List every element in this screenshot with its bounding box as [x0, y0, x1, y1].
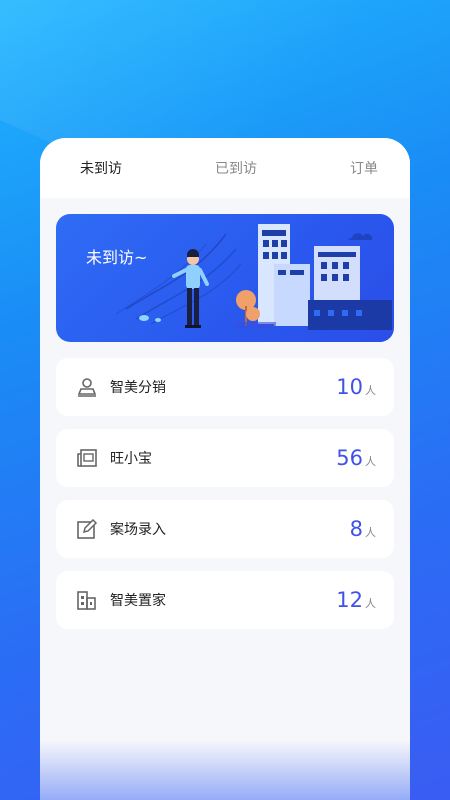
count-value: 10 — [336, 375, 363, 399]
banner-illustration — [115, 224, 392, 330]
list-item-label: 旺小宝 — [110, 451, 152, 467]
main-card: 未到访 已到访 订单 未到访~ 智美分销 10 人 旺小宝 56 人 案场录入 … — [40, 138, 410, 800]
count-value: 8 — [349, 517, 363, 541]
tab-bar: 未到访 已到访 订单 — [40, 138, 410, 198]
user-card-icon — [74, 374, 100, 400]
list-item-label: 智美分销 — [110, 380, 166, 396]
list-item-site-entry[interactable]: 案场录入 8 人 — [56, 500, 394, 558]
list-item-label: 案场录入 — [110, 522, 166, 538]
count-unit: 人 — [365, 384, 376, 397]
count-unit: 人 — [365, 455, 376, 468]
building-icon — [74, 587, 100, 613]
count-value: 12 — [336, 588, 363, 612]
count-unit: 人 — [365, 526, 376, 539]
stats-list: 智美分销 10 人 旺小宝 56 人 案场录入 8 人 智美置家 12 人 — [56, 358, 394, 642]
tab-orders[interactable]: 订单 — [350, 158, 378, 178]
leaf-icon — [139, 315, 149, 321]
count-value: 56 — [336, 446, 363, 470]
newspaper-icon — [74, 445, 100, 471]
list-item-label: 智美置家 — [110, 593, 166, 609]
banner-title: 未到访~ — [86, 248, 148, 267]
list-item-zhimei-home[interactable]: 智美置家 12 人 — [56, 571, 394, 629]
banner: 未到访~ — [56, 214, 394, 342]
count-unit: 人 — [365, 597, 376, 610]
list-item-wangxiaobao[interactable]: 旺小宝 56 人 — [56, 429, 394, 487]
edit-icon — [74, 516, 100, 542]
tab-not-visited[interactable]: 未到访 — [80, 158, 122, 178]
list-item-zhimei-distribution[interactable]: 智美分销 10 人 — [56, 358, 394, 416]
tab-visited[interactable]: 已到访 — [215, 158, 257, 178]
